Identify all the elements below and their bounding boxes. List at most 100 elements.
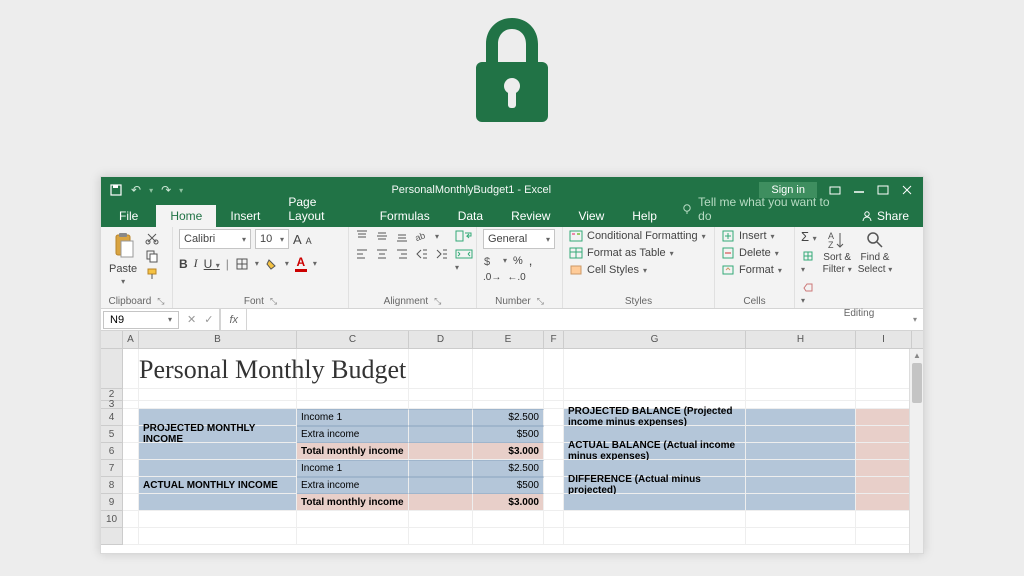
row-header[interactable]: 9 bbox=[101, 494, 123, 511]
select-all-corner[interactable] bbox=[101, 331, 123, 348]
cell[interactable] bbox=[473, 528, 544, 545]
cell[interactable] bbox=[746, 460, 856, 477]
cell[interactable] bbox=[544, 426, 564, 443]
cell[interactable] bbox=[409, 349, 473, 389]
dialog-launcher-icon[interactable]: ⤡ bbox=[157, 296, 164, 307]
indent-decrease-icon[interactable] bbox=[415, 247, 429, 261]
accounting-icon[interactable]: $ bbox=[483, 254, 497, 268]
cell[interactable]: Income 1 bbox=[297, 409, 409, 426]
clear-icon[interactable]: ▾ bbox=[801, 280, 817, 306]
cell[interactable]: ACTUAL BALANCE (Actual income minus expe… bbox=[564, 443, 746, 460]
cell[interactable]: $3.000 bbox=[473, 443, 544, 460]
cell[interactable]: ACTUAL MONTHLY INCOME bbox=[139, 477, 297, 494]
cell[interactable] bbox=[746, 494, 856, 511]
cell[interactable] bbox=[746, 426, 856, 443]
cell[interactable] bbox=[139, 389, 297, 401]
tab-data[interactable]: Data bbox=[444, 205, 497, 227]
italic-button[interactable]: I bbox=[194, 256, 198, 271]
indent-increase-icon[interactable] bbox=[435, 247, 449, 261]
scroll-thumb[interactable] bbox=[912, 363, 922, 403]
format-as-table-button[interactable]: Format as Table▾ bbox=[569, 246, 706, 260]
column-header[interactable]: F bbox=[544, 331, 564, 348]
cell[interactable] bbox=[856, 528, 912, 545]
cell[interactable] bbox=[544, 477, 564, 494]
tab-review[interactable]: Review bbox=[497, 205, 564, 227]
undo-icon[interactable]: ↶ bbox=[131, 183, 141, 197]
increase-decimal-icon[interactable]: .0→ bbox=[483, 272, 501, 283]
cell[interactable]: Extra income bbox=[297, 477, 409, 494]
cancel-formula-icon[interactable]: ✕ bbox=[187, 313, 196, 326]
comma-icon[interactable]: , bbox=[529, 253, 533, 268]
cell[interactable] bbox=[123, 477, 139, 494]
column-header[interactable]: H bbox=[746, 331, 856, 348]
cell[interactable] bbox=[123, 349, 139, 389]
cell[interactable]: DIFFERENCE (Actual minus projected) bbox=[564, 477, 746, 494]
cell[interactable] bbox=[123, 511, 139, 528]
row-header[interactable]: 8 bbox=[101, 477, 123, 494]
font-color-icon[interactable]: A bbox=[295, 255, 307, 272]
tab-view[interactable]: View bbox=[564, 205, 618, 227]
cell[interactable] bbox=[139, 443, 297, 460]
name-box[interactable]: N9▾ bbox=[103, 311, 179, 329]
cell[interactable] bbox=[139, 401, 297, 409]
cell[interactable] bbox=[746, 409, 856, 426]
sort-filter-button[interactable]: AZ Sort & Filter ▾ bbox=[823, 229, 852, 275]
cell[interactable]: PROJECTED MONTHLY INCOME bbox=[139, 426, 297, 443]
cell[interactable]: $3.000 bbox=[473, 494, 544, 511]
cell[interactable] bbox=[297, 511, 409, 528]
align-center-icon[interactable] bbox=[375, 247, 389, 261]
cell[interactable] bbox=[544, 511, 564, 528]
tab-file[interactable]: File bbox=[101, 205, 156, 227]
wrap-text-icon[interactable] bbox=[455, 229, 473, 243]
cut-icon[interactable] bbox=[145, 231, 159, 245]
cell[interactable] bbox=[123, 494, 139, 511]
underline-button[interactable]: U ▾ bbox=[204, 257, 220, 271]
cell[interactable] bbox=[544, 409, 564, 426]
cell[interactable] bbox=[544, 460, 564, 477]
row-header[interactable]: 7 bbox=[101, 460, 123, 477]
paste-button[interactable]: Paste ▾ bbox=[107, 229, 139, 288]
bold-button[interactable]: B bbox=[179, 257, 188, 271]
row-header[interactable]: 3 bbox=[101, 401, 123, 409]
dialog-launcher-icon[interactable]: ⤡ bbox=[537, 296, 544, 307]
merge-center-icon[interactable]: ▾ bbox=[455, 247, 473, 273]
row-header[interactable] bbox=[101, 349, 123, 389]
cell[interactable] bbox=[544, 443, 564, 460]
cell[interactable] bbox=[856, 426, 912, 443]
format-painter-icon[interactable] bbox=[145, 267, 159, 281]
cell[interactable] bbox=[856, 401, 912, 409]
minimize-icon[interactable] bbox=[853, 184, 865, 196]
tab-insert[interactable]: Insert bbox=[216, 205, 274, 227]
align-bottom-icon[interactable] bbox=[395, 229, 409, 243]
row-header[interactable]: 10 bbox=[101, 511, 123, 528]
cell[interactable] bbox=[409, 460, 473, 477]
font-size-dropdown[interactable]: 10▾ bbox=[255, 229, 289, 249]
cell[interactable] bbox=[856, 494, 912, 511]
cell[interactable] bbox=[123, 443, 139, 460]
cell[interactable] bbox=[123, 460, 139, 477]
cell[interactable] bbox=[473, 349, 544, 389]
tell-me-search[interactable]: Tell me what you want to do bbox=[671, 191, 847, 227]
grow-font-icon[interactable]: A bbox=[293, 232, 302, 247]
cell[interactable] bbox=[409, 426, 473, 443]
find-select-button[interactable]: Find & Select ▾ bbox=[858, 229, 893, 275]
font-name-dropdown[interactable]: Calibri▾ bbox=[179, 229, 251, 249]
decrease-decimal-icon[interactable]: ←.0 bbox=[507, 272, 525, 283]
cell[interactable] bbox=[746, 477, 856, 494]
insert-cells-button[interactable]: Insert▾ bbox=[721, 229, 782, 243]
dialog-launcher-icon[interactable]: ⤡ bbox=[270, 296, 277, 307]
cell[interactable] bbox=[123, 389, 139, 401]
align-left-icon[interactable] bbox=[355, 247, 369, 261]
cell[interactable] bbox=[544, 349, 564, 389]
cell[interactable] bbox=[544, 494, 564, 511]
cell[interactable] bbox=[564, 494, 746, 511]
orientation-icon[interactable]: ab bbox=[415, 229, 429, 243]
cell[interactable] bbox=[856, 349, 912, 389]
dialog-launcher-icon[interactable]: ⤡ bbox=[434, 296, 441, 307]
column-header[interactable]: A bbox=[123, 331, 139, 348]
save-icon[interactable] bbox=[109, 183, 123, 197]
cell[interactable] bbox=[409, 401, 473, 409]
cell[interactable] bbox=[409, 477, 473, 494]
tab-home[interactable]: Home bbox=[156, 205, 216, 227]
cell[interactable] bbox=[746, 401, 856, 409]
